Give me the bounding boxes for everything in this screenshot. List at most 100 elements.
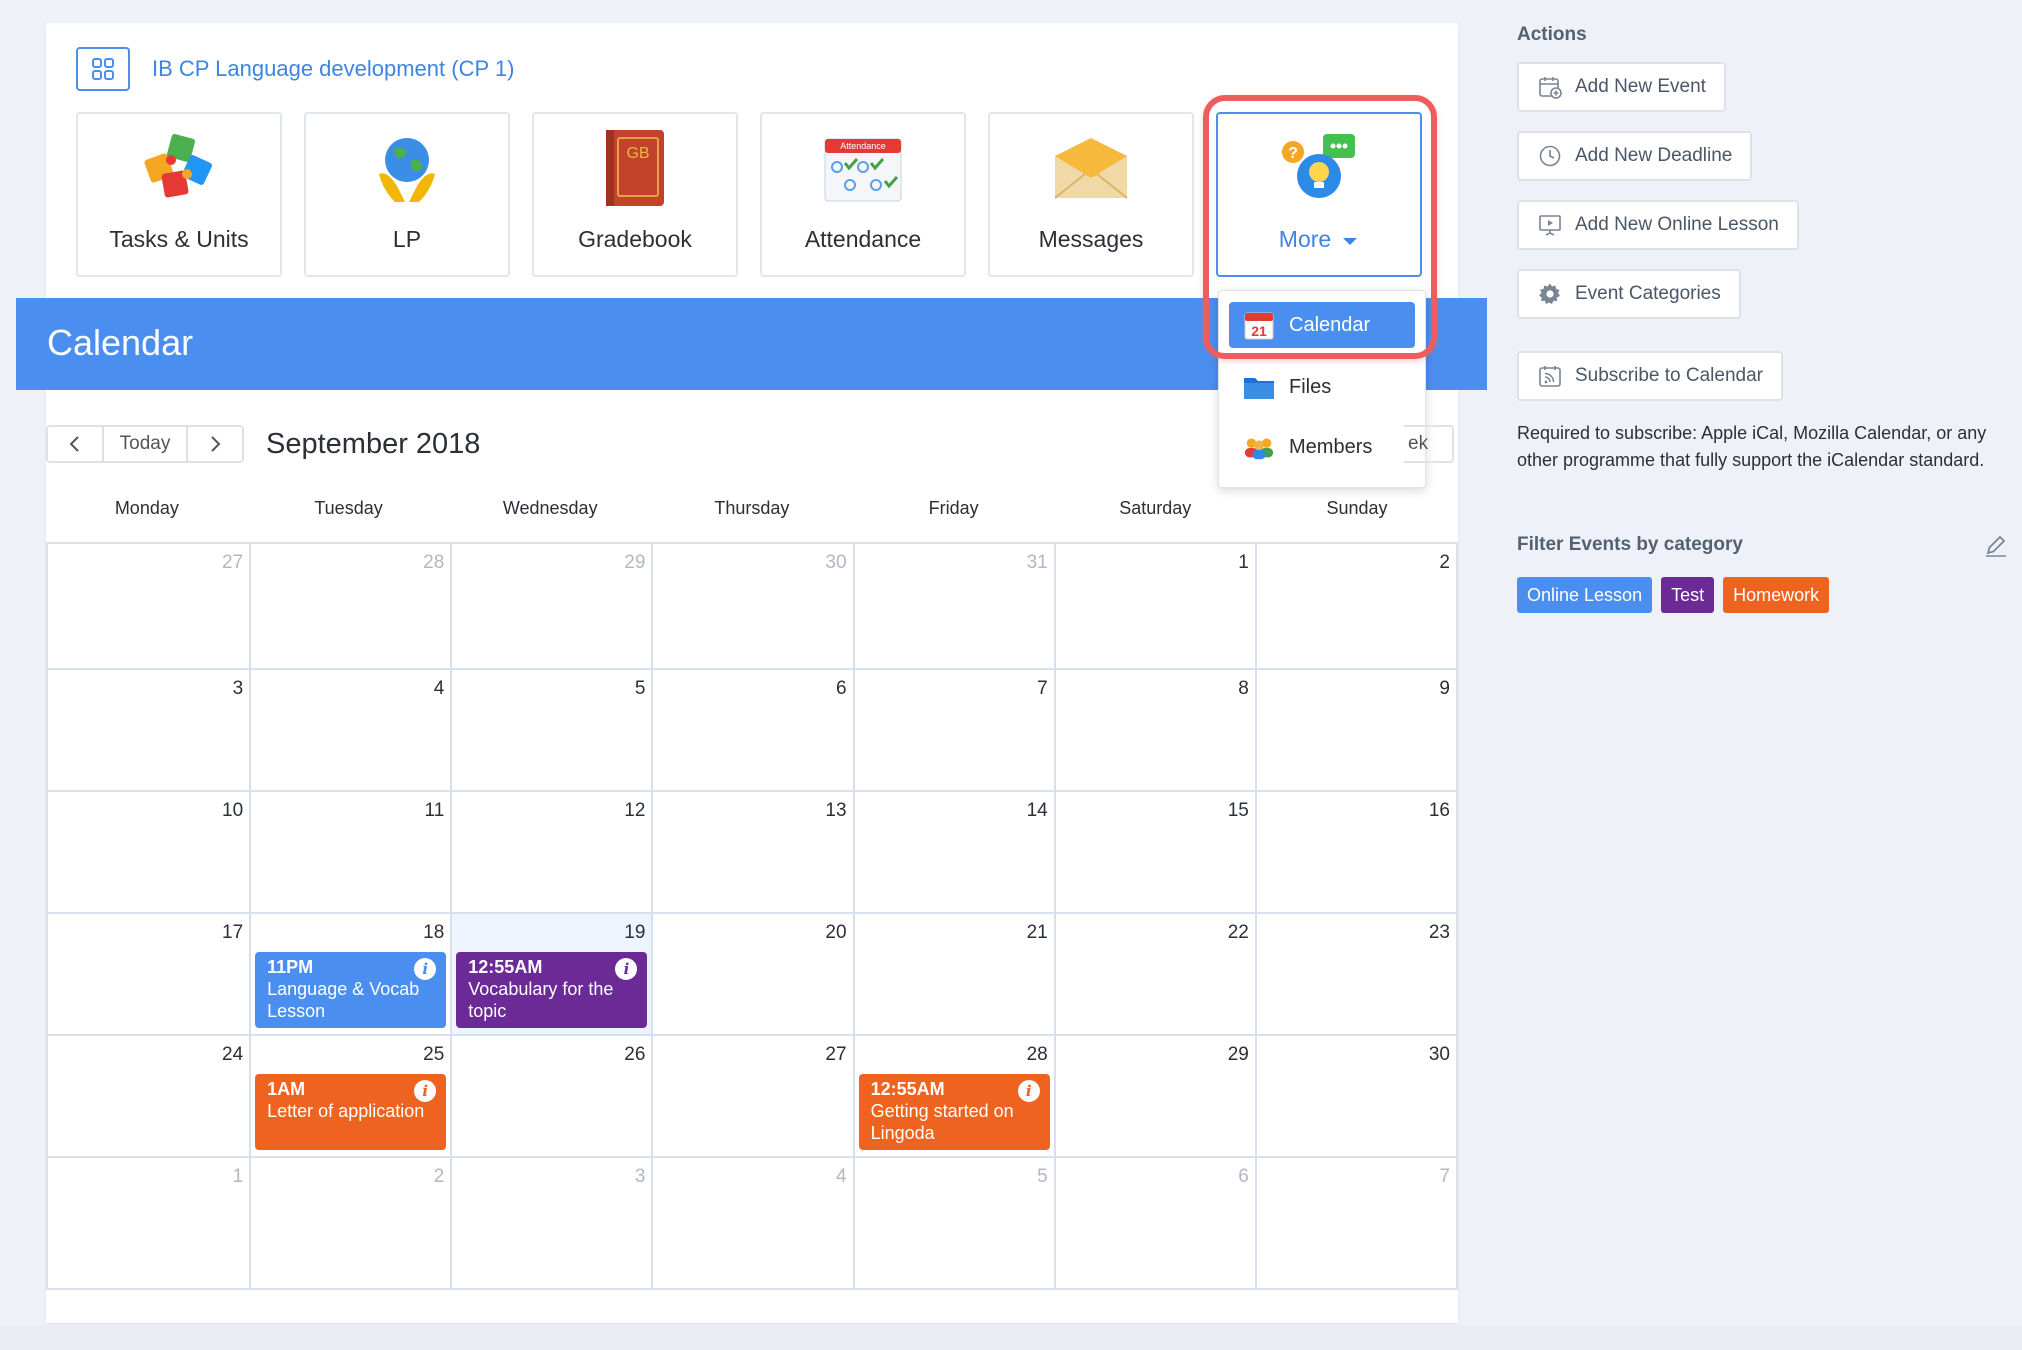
day-cell[interactable]: 4 xyxy=(651,1158,852,1288)
day-cell[interactable]: 29 xyxy=(450,544,651,668)
day-number: 2 xyxy=(433,1166,445,1187)
add-new-online-lesson-button[interactable]: Add New Online Lesson xyxy=(1517,200,1799,250)
day-cell[interactable]: 8 xyxy=(1053,670,1255,790)
day-cell[interactable]: 4 xyxy=(249,670,450,790)
menu-item-files[interactable]: Files xyxy=(1229,364,1415,410)
category-badge-test[interactable]: Test xyxy=(1661,577,1715,613)
course-tools: Tasks & Units LP GB Gradebook Attendance… xyxy=(76,112,1444,277)
day-number: 21 xyxy=(1026,922,1048,943)
prev-month-button[interactable] xyxy=(48,427,102,461)
day-cell[interactable]: 31 xyxy=(852,544,1054,668)
day-cell[interactable]: 17 xyxy=(48,914,249,1034)
next-month-button[interactable] xyxy=(188,427,242,461)
calendar-heading: Calendar xyxy=(47,322,194,363)
day-cell[interactable]: 10 xyxy=(48,792,249,912)
gradebook-icon-text: GB xyxy=(626,145,649,162)
week-view-button[interactable]: ek xyxy=(1404,425,1454,463)
day-cell[interactable]: 28 12:55AM Getting started on Lingoda i xyxy=(852,1036,1054,1156)
tile-more[interactable]: ? More xyxy=(1216,112,1422,277)
day-cell[interactable]: 14 xyxy=(852,792,1054,912)
weekday-label: Tuesday xyxy=(314,498,383,518)
subscribe-to-calendar-button[interactable]: Subscribe to Calendar xyxy=(1517,351,1783,401)
week-row: 24 25 1AM Letter of application i 26 27 … xyxy=(48,1034,1456,1156)
day-cell[interactable]: 1 xyxy=(1053,544,1255,668)
actions-sidebar: Actions Add New Event Add New Deadline A… xyxy=(1517,24,2007,613)
day-cell[interactable]: 21 xyxy=(852,914,1054,1034)
today-button[interactable]: Today xyxy=(102,427,188,461)
calendar-add-icon xyxy=(1537,74,1563,100)
course-title[interactable]: IB CP Language development (CP 1) xyxy=(152,56,514,82)
day-number: 26 xyxy=(624,1044,646,1065)
day-cell[interactable]: 3 xyxy=(48,670,249,790)
caret-down-icon xyxy=(1343,237,1358,245)
day-cell[interactable]: 3 xyxy=(450,1158,651,1288)
calendar-event[interactable]: 12:55AM Getting started on Lingoda i xyxy=(858,1074,1050,1150)
tile-attendance[interactable]: Attendance Attendance xyxy=(760,112,966,277)
pencil-icon xyxy=(1986,535,2006,557)
add-new-deadline-button[interactable]: Add New Deadline xyxy=(1517,131,1753,181)
day-cell[interactable]: 6 xyxy=(651,670,852,790)
day-cell-today[interactable]: 19 12:55AM Vocabulary for the topic i xyxy=(450,914,652,1034)
day-cell[interactable]: 13 xyxy=(651,792,852,912)
calendar-event[interactable]: 12:55AM Vocabulary for the topic i xyxy=(456,952,648,1028)
month-title: September 2018 xyxy=(266,427,481,460)
apps-grid-button[interactable] xyxy=(76,47,130,91)
day-cell[interactable]: 1 xyxy=(48,1158,249,1288)
menu-item-calendar[interactable]: 21 Calendar xyxy=(1229,302,1415,348)
edit-filter-button[interactable] xyxy=(1983,532,2009,563)
tile-lp[interactable]: LP xyxy=(304,112,510,277)
calendar-toolbar: Today September 2018 xyxy=(46,425,480,463)
category-badge-homework[interactable]: Homework xyxy=(1723,577,1830,613)
calendar-event[interactable]: 1AM Letter of application i xyxy=(255,1074,447,1150)
day-cell[interactable]: 16 xyxy=(1254,792,1456,912)
tile-label: Messages xyxy=(1038,226,1144,252)
day-number: 1 xyxy=(232,1166,244,1187)
day-cell[interactable]: 5 xyxy=(450,670,651,790)
tile-messages[interactable]: Messages xyxy=(988,112,1194,277)
day-cell[interactable]: 6 xyxy=(1053,1158,1255,1288)
day-cell[interactable]: 25 1AM Letter of application i xyxy=(249,1036,450,1156)
day-number: 3 xyxy=(634,1166,646,1187)
calendar-icon: 21 xyxy=(1243,310,1275,340)
day-cell[interactable]: 5 xyxy=(852,1158,1054,1288)
day-cell[interactable]: 22 xyxy=(1053,914,1255,1034)
tile-label: LP xyxy=(392,226,422,252)
tile-gradebook[interactable]: GB Gradebook xyxy=(532,112,738,277)
day-cell[interactable]: 12 xyxy=(450,792,651,912)
day-number: 23 xyxy=(1428,922,1450,943)
event-categories-button[interactable]: Event Categories xyxy=(1517,269,1741,319)
day-number: 30 xyxy=(1428,1044,1450,1065)
day-cell[interactable]: 26 xyxy=(450,1036,651,1156)
day-cell[interactable]: 24 xyxy=(48,1036,249,1156)
tile-tasks-units[interactable]: Tasks & Units xyxy=(76,112,282,277)
day-number: 24 xyxy=(222,1044,244,1065)
day-cell[interactable]: 29 xyxy=(1053,1036,1255,1156)
category-badge-online-lesson[interactable]: Online Lesson xyxy=(1517,577,1653,613)
day-cell[interactable]: 11 xyxy=(249,792,450,912)
day-cell[interactable]: 27 xyxy=(651,1036,852,1156)
day-number: 12 xyxy=(624,800,646,821)
day-cell[interactable]: 27 xyxy=(48,544,249,668)
day-cell[interactable]: 18 11PM Language & Vocab Lesson i xyxy=(249,914,450,1034)
add-new-event-button[interactable]: Add New Event xyxy=(1517,62,1726,112)
action-label: Event Categories xyxy=(1575,283,1721,304)
calendar-event[interactable]: 11PM Language & Vocab Lesson i xyxy=(255,952,447,1028)
day-number: 1 xyxy=(1238,552,1249,573)
day-cell[interactable]: 23 xyxy=(1254,914,1456,1034)
day-cell[interactable]: 30 xyxy=(651,544,852,668)
day-number: 11 xyxy=(424,800,445,821)
day-cell[interactable]: 20 xyxy=(651,914,852,1034)
day-cell[interactable]: 2 xyxy=(249,1158,450,1288)
day-cell[interactable]: 2 xyxy=(1254,544,1456,668)
day-number: 6 xyxy=(835,678,847,699)
day-cell[interactable]: 7 xyxy=(852,670,1054,790)
menu-item-members[interactable]: Members xyxy=(1229,424,1415,470)
day-cell[interactable]: 7 xyxy=(1254,1158,1456,1288)
info-icon[interactable]: i xyxy=(1017,1080,1040,1102)
svg-text:?: ? xyxy=(1288,145,1298,162)
day-cell[interactable]: 30 xyxy=(1254,1036,1456,1156)
more-dropdown-menu: 21 Calendar Files Members xyxy=(1218,290,1426,488)
day-cell[interactable]: 15 xyxy=(1053,792,1255,912)
day-cell[interactable]: 9 xyxy=(1254,670,1456,790)
day-cell[interactable]: 28 xyxy=(249,544,450,668)
